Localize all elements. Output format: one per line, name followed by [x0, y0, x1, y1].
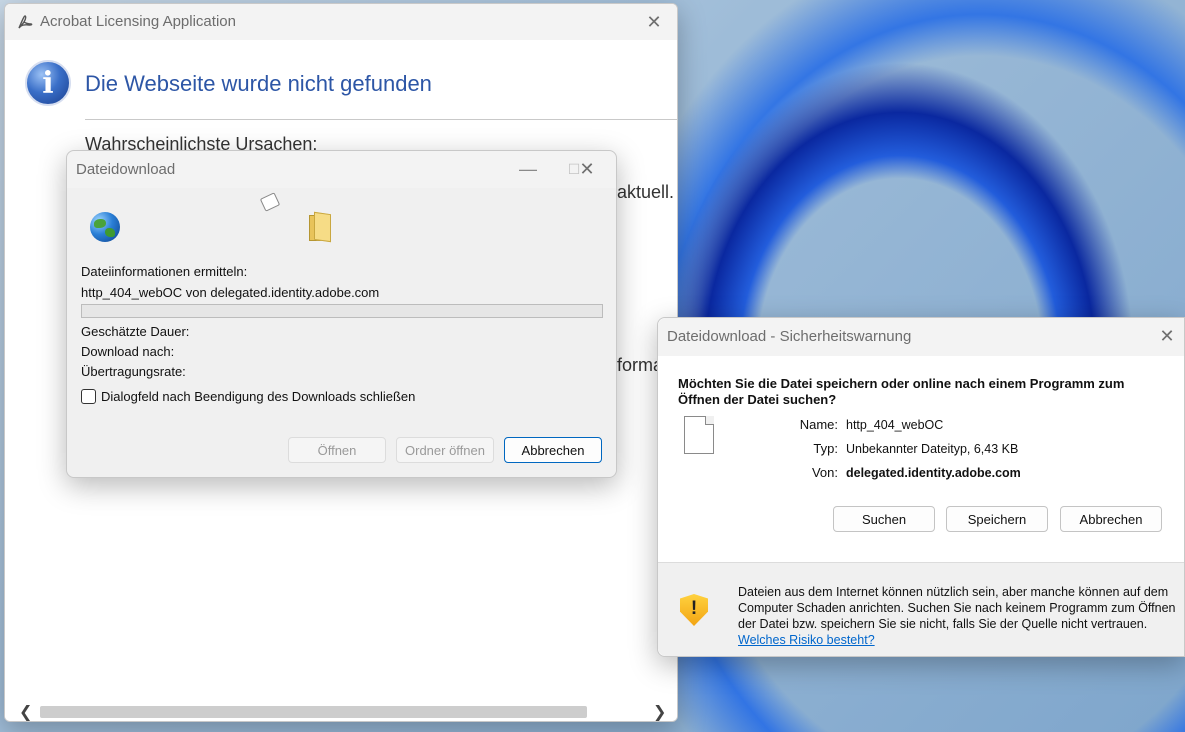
security-titlebar: Dateidownload - Sicherheitswarnung ✕	[658, 318, 1184, 356]
type-value: Unbekannter Dateityp, 6,43 KB	[846, 442, 1019, 456]
cancel-download-button[interactable]: Abbrechen	[504, 437, 602, 463]
security-dialog-title: Dateidownload - Sicherheitswarnung	[667, 328, 912, 345]
save-question: Möchten Sie die Datei speichern oder onl…	[678, 376, 1125, 407]
eta-label: Geschätzte Dauer:	[81, 324, 190, 339]
search-button[interactable]: Suchen	[833, 506, 935, 532]
heading-divider	[85, 119, 677, 120]
close-icon: ✕	[646, 11, 662, 32]
security-close-button[interactable]: ✕	[1144, 318, 1185, 354]
download-progress-dialog: Dateidownload — ☐ ✕ Dateiinformationen e…	[66, 150, 617, 478]
close-icon: ✕	[1159, 325, 1175, 346]
download-source: http_404_webOC von delegated.identity.ad…	[81, 285, 380, 300]
folder-icon	[309, 211, 331, 243]
status-label: Dateiinformationen ermitteln:	[81, 264, 248, 279]
close-after-download-label[interactable]: Dialogfeld nach Beendigung des Downloads…	[101, 389, 415, 404]
acrobat-logo-icon	[18, 15, 33, 29]
close-after-download-row[interactable]: Dialogfeld nach Beendigung des Downloads…	[81, 389, 415, 404]
security-warning-dialog: Dateidownload - Sicherheitswarnung ✕ Möc…	[657, 317, 1185, 657]
horizontal-scrollbar[interactable]: ❮ ❯	[5, 702, 677, 721]
from-label: Von:	[811, 465, 838, 480]
scroll-right-icon[interactable]: ❯	[653, 702, 666, 721]
scroll-left-icon[interactable]: ❮	[19, 702, 32, 721]
security-warning-text: Dateien aus dem Internet können nützlich…	[738, 584, 1178, 648]
warning-shield-icon: !	[680, 594, 708, 626]
rate-label: Übertragungsrate:	[81, 364, 186, 379]
error-heading: Die Webseite wurde nicht gefunden	[85, 71, 432, 96]
obscured-text-fragment: aktuell.	[617, 182, 675, 202]
file-icon	[684, 416, 714, 454]
name-label: Name:	[799, 417, 838, 432]
cancel-button[interactable]: Abbrechen	[1060, 506, 1162, 532]
download-progress-bar	[81, 304, 603, 318]
open-button[interactable]: Öffnen	[288, 437, 386, 463]
target-label: Download nach:	[81, 344, 175, 359]
info-icon: i	[25, 60, 71, 106]
type-label: Typ:	[813, 441, 838, 456]
security-warning-panel: ! Dateien aus dem Internet können nützli…	[658, 562, 1184, 656]
name-value: http_404_webOC	[846, 418, 944, 432]
from-value: delegated.identity.adobe.com	[846, 466, 1021, 480]
open-folder-button[interactable]: Ordner öffnen	[396, 437, 494, 463]
download-body: Dateiinformationen ermitteln: http_404_w…	[67, 188, 616, 477]
save-button[interactable]: Speichern	[946, 506, 1048, 532]
risk-info-link[interactable]: Welches Risiko besteht?	[738, 633, 875, 647]
warning-message: Dateien aus dem Internet können nützlich…	[738, 585, 1176, 631]
acrobat-close-button[interactable]: ✕	[631, 4, 677, 40]
close-icon: ✕	[579, 158, 595, 179]
acrobat-titlebar: Acrobat Licensing Application ✕	[5, 4, 677, 40]
flying-document-icon	[259, 192, 281, 212]
minimize-button-spacer	[505, 151, 551, 187]
scrollbar-thumb[interactable]	[40, 706, 587, 718]
globe-icon	[90, 212, 120, 242]
close-after-download-checkbox[interactable]	[81, 389, 96, 404]
download-dialog-title: Dateidownload	[76, 161, 176, 178]
download-titlebar: Dateidownload — ☐ ✕	[67, 151, 616, 189]
download-close-button[interactable]: ✕	[564, 151, 610, 187]
acrobat-window-title: Acrobat Licensing Application	[40, 13, 236, 30]
